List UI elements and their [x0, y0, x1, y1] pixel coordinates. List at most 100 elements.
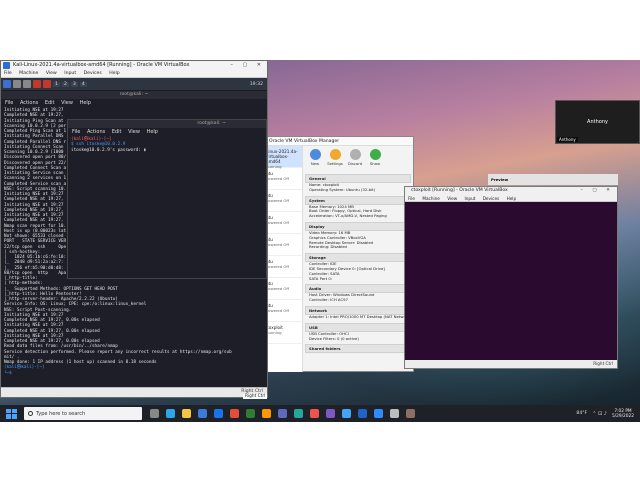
terminal-title: root@kali: ~ [1, 91, 267, 99]
gear-icon [329, 149, 341, 160]
menu-devices[interactable]: Devices [84, 71, 102, 76]
vm-list-item[interactable]: ntu Powered Off [263, 300, 302, 322]
menu-help[interactable]: Help [80, 100, 91, 106]
terminal-icon[interactable] [23, 80, 31, 88]
app-icon[interactable] [390, 409, 399, 418]
ubuntu-vm-title: ctoxploit [Running] - Oracle VM VirtualB… [405, 187, 617, 195]
terminal-window-front[interactable]: root@kali: ~ File Actions Edit View Help… [67, 119, 267, 279]
tray-icons[interactable]: ⌃ ⊡ ♪ [592, 411, 607, 417]
detail-row: SATA Port 0: [309, 276, 333, 281]
menu-edit[interactable]: Edit [112, 129, 122, 135]
vm-list-item[interactable]: ntu Powered Off [263, 278, 302, 300]
discard-icon [349, 149, 361, 160]
clock[interactable]: 7:02 PM 5/29/2022 [612, 409, 634, 419]
terminal-menu: File Actions Edit View Help [68, 128, 266, 137]
vm-list-item[interactable]: ntu Powered Off [263, 190, 302, 212]
section-system[interactable]: System [305, 195, 411, 205]
menu-view[interactable]: View [447, 196, 457, 201]
ctoxploit-vm-window[interactable]: ctoxploit [Running] - Oracle VM VirtualB… [404, 186, 618, 369]
vm-list-item[interactable]: itoxploit Running [263, 322, 302, 344]
manager-title: Oracle VM VirtualBox Manager [263, 137, 413, 146]
video-call-tile[interactable]: Anthony Anthony [555, 100, 640, 144]
chrome-icon[interactable] [230, 409, 239, 418]
menu-devices[interactable]: Devices [483, 196, 500, 201]
section-shared-folders[interactable]: Shared folders [305, 344, 411, 354]
menu-actions[interactable]: Actions [20, 100, 38, 106]
vm-list[interactable]: Linux-2021.4a-virtualbox-amd64 Running nt… [263, 146, 303, 372]
terminal-menu: File Actions Edit View Help [1, 99, 267, 108]
task-view-icon[interactable] [150, 409, 159, 418]
app-icon[interactable] [326, 409, 335, 418]
workspace-2[interactable]: 2 [61, 81, 69, 87]
menu-file[interactable]: File [408, 196, 415, 201]
app-icon[interactable] [310, 409, 319, 418]
edge-icon[interactable] [166, 409, 175, 418]
arrow-right-icon [369, 149, 381, 160]
weather-widget[interactable]: 84°F [576, 411, 587, 416]
store-icon[interactable] [198, 409, 207, 418]
terminal-line: Service detection performed. Please repo… [4, 349, 232, 355]
menu-machine[interactable]: Machine [19, 71, 38, 76]
kali-vm-statusbar: Right Ctrl [1, 387, 267, 397]
mail-icon[interactable] [214, 409, 223, 418]
menu-help[interactable]: Help [147, 129, 158, 135]
settings-button[interactable]: Settings [327, 149, 343, 167]
menu-help[interactable]: Help [109, 71, 119, 76]
vm-list-item[interactable]: Linux-2021.4a-virtualbox-amd64 Running [263, 146, 302, 169]
show-button[interactable]: Show [367, 149, 383, 167]
menu-edit[interactable]: Edit [45, 100, 55, 106]
menu-help[interactable]: Help [507, 196, 517, 201]
virtualbox-taskbar-icon[interactable] [358, 409, 367, 418]
workspace-4[interactable]: 4 [79, 81, 87, 87]
menu-view[interactable]: View [46, 71, 57, 76]
vm-list-item[interactable]: ntu Powered Off [263, 212, 302, 234]
window-controls[interactable]: – ▢ ✕ [581, 187, 614, 195]
menu-input[interactable]: Input [64, 71, 76, 76]
right-ctrl-tooltip: Right Ctrl [243, 394, 268, 399]
app-icon[interactable] [278, 409, 287, 418]
menu-actions[interactable]: Actions [87, 129, 105, 135]
menu-file[interactable]: File [4, 71, 12, 76]
detail-row: Recording: Disabled [309, 245, 347, 250]
workspace-3[interactable]: 3 [70, 81, 78, 87]
workspace-1[interactable]: 1 [53, 81, 60, 87]
vm-list-item[interactable]: ntu Powered Off [263, 256, 302, 278]
section-storage[interactable]: Storage [305, 253, 411, 263]
discard-button[interactable]: Discard [347, 149, 363, 167]
section-audio[interactable]: Audio [305, 284, 411, 294]
zoom-icon[interactable] [374, 409, 383, 418]
new-vm-button[interactable]: New [307, 149, 323, 167]
section-usb[interactable]: USB [305, 322, 411, 332]
app-icon[interactable] [246, 409, 255, 418]
section-display[interactable]: Display [305, 221, 411, 231]
kali-top-panel: 1 2 3 4 19:32 [1, 78, 267, 90]
kali-vm-window[interactable]: Kali-Linux-2021.4a-virtualbox-amd64 [Run… [0, 60, 268, 398]
vm-list-item[interactable]: ntu Powered Off [263, 168, 302, 190]
app-icon[interactable] [342, 409, 351, 418]
password-prompt[interactable]: itoske@10.0.2.9's password: ▮ [68, 148, 266, 153]
menu-file[interactable]: File [5, 100, 13, 106]
tool-icon[interactable] [43, 80, 51, 88]
ubuntu-vm-menu: File Machine View Input Devices Help [405, 195, 617, 202]
menu-input[interactable]: Input [465, 196, 476, 201]
window-controls[interactable]: – ▢ ✕ [230, 61, 265, 70]
section-network[interactable]: Network [305, 305, 411, 315]
app-icon[interactable] [262, 409, 271, 418]
terminal-prompt-line[interactable]: └─$ [1, 371, 267, 376]
menu-machine[interactable]: Machine [422, 196, 440, 201]
vm-details: General Name: ctoxploit Operating System… [305, 171, 411, 369]
virtualbox-manager-window[interactable]: Oracle VM VirtualBox Manager Linux-2021.… [262, 136, 414, 372]
menu-file[interactable]: File [72, 129, 80, 135]
browser-icon[interactable] [33, 80, 41, 88]
files-icon[interactable] [13, 80, 21, 88]
menu-view[interactable]: View [61, 100, 73, 106]
windows-start-icon[interactable] [4, 407, 18, 421]
file-explorer-icon[interactable] [182, 409, 191, 418]
taskbar-search[interactable]: Type here to search [24, 407, 142, 420]
app-icon[interactable] [294, 409, 303, 418]
kali-menu-icon[interactable] [3, 80, 11, 88]
app-icon[interactable] [406, 409, 415, 418]
menu-view[interactable]: View [128, 129, 140, 135]
vm-list-item[interactable]: ntu Powered Off [263, 234, 302, 256]
section-general[interactable]: General [305, 174, 411, 183]
